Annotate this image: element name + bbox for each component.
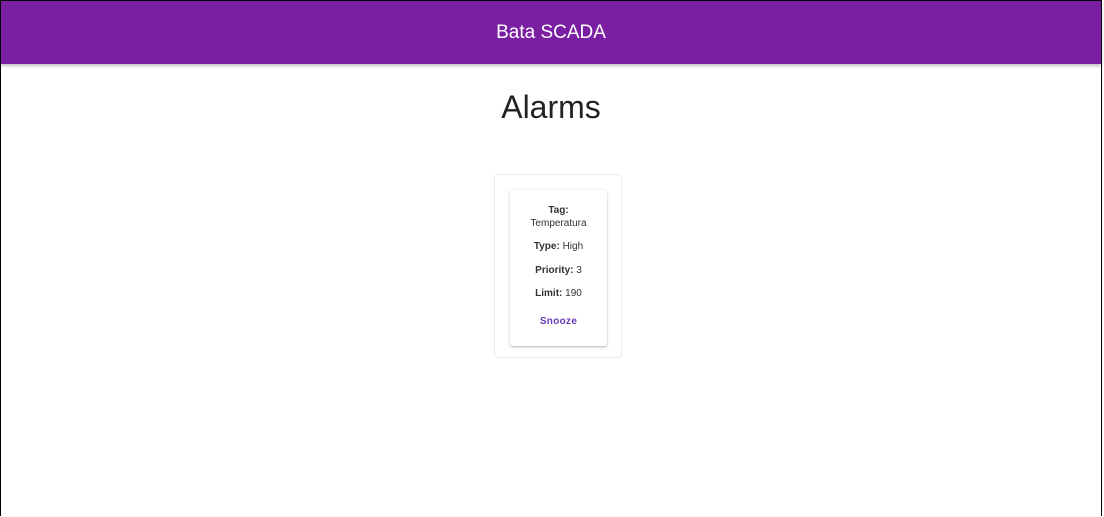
alarm-priority-label: Priority:: [535, 265, 574, 276]
alarm-limit-label: Limit:: [535, 288, 563, 299]
alarm-tag-value: Temperatura: [530, 218, 587, 229]
app-window: Bata SCADA Alarms Tag: Temperatura Type:…: [0, 0, 1102, 516]
alarm-type-value: High: [562, 241, 584, 252]
alarm-type-field: Type: High: [510, 240, 607, 253]
alarm-limit-field: Limit: 190: [510, 287, 607, 300]
page-title: Alarms: [501, 89, 601, 125]
alarms-container: Tag: Temperatura Type: High Priority: 3 …: [494, 174, 622, 358]
snooze-button[interactable]: Snooze: [534, 314, 583, 329]
alarm-tag-label: Tag:: [548, 205, 569, 216]
app-title: Bata SCADA: [496, 21, 606, 43]
alarm-priority-field: Priority: 3: [510, 264, 607, 277]
app-toolbar: Bata SCADA: [1, 1, 1101, 64]
alarm-card: Tag: Temperatura Type: High Priority: 3 …: [510, 190, 607, 346]
alarm-priority-value: 3: [576, 265, 582, 276]
alarm-limit-value: 190: [565, 288, 582, 299]
alarm-tag-field: Tag: Temperatura: [510, 204, 607, 230]
alarm-type-label: Type:: [533, 241, 560, 252]
